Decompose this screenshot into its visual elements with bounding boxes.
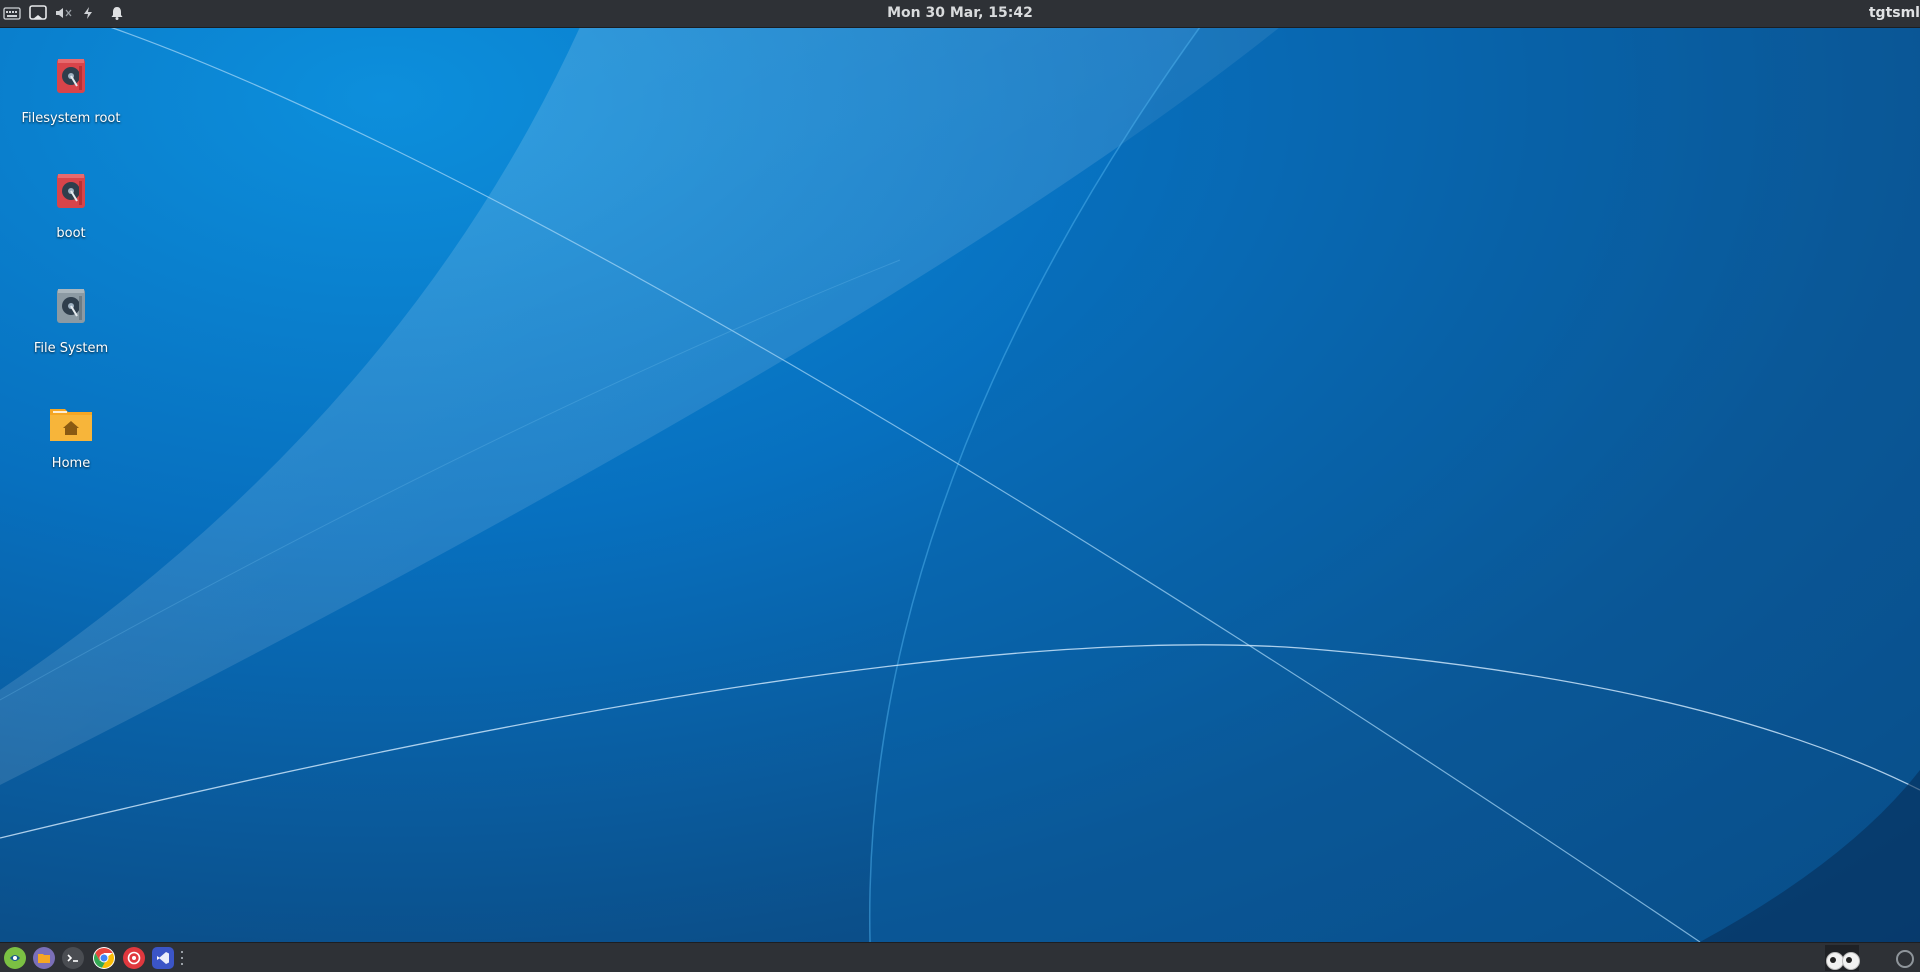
clock[interactable]: Mon 30 Mar, 15:42	[887, 5, 1033, 21]
launcher-overflow-handle[interactable]	[181, 951, 185, 965]
volume-muted-icon[interactable]	[54, 4, 74, 22]
drive-red-icon	[57, 174, 85, 208]
desktop-icon-label: Home	[51, 456, 91, 471]
desktop-icon-boot[interactable]: boot	[16, 171, 126, 242]
power-icon[interactable]	[78, 4, 98, 22]
drive-red-icon	[57, 59, 85, 93]
bell-icon[interactable]	[107, 4, 127, 22]
clock-container: Mon 30 Mar, 15:42	[0, 5, 1920, 21]
bottom-panel	[0, 942, 1920, 972]
desktop-icon-label: boot	[56, 226, 86, 241]
chrome-icon[interactable]	[93, 947, 115, 969]
desktop-icon-label: File System	[33, 341, 109, 356]
power-status-icon[interactable]	[1896, 950, 1914, 968]
drive-grey-icon	[57, 289, 85, 323]
vscode-icon[interactable]	[152, 947, 174, 969]
desktop-icon-filesystem-root[interactable]: Filesystem root	[16, 56, 126, 127]
screenshot-tool-icon[interactable]	[123, 947, 145, 969]
app-menu-icon[interactable]	[4, 947, 26, 969]
home-folder-icon	[50, 409, 92, 441]
user-menu[interactable]: tgtsml	[1869, 5, 1920, 21]
window-list-icon[interactable]	[28, 4, 48, 22]
desktop-icon-file-system[interactable]: File System	[16, 286, 126, 357]
desktop-icon-home[interactable]: Home	[16, 401, 126, 472]
desktop-wallpaper	[0, 0, 1920, 972]
file-manager-icon[interactable]	[33, 947, 55, 969]
keyboard-icon[interactable]	[2, 4, 22, 22]
terminal-icon[interactable]	[62, 947, 84, 969]
top-panel: Mon 30 Mar, 15:42 tgtsml	[0, 0, 1920, 28]
desktop-icon-label: Filesystem root	[21, 111, 121, 126]
eyes-icon[interactable]	[1825, 945, 1860, 971]
